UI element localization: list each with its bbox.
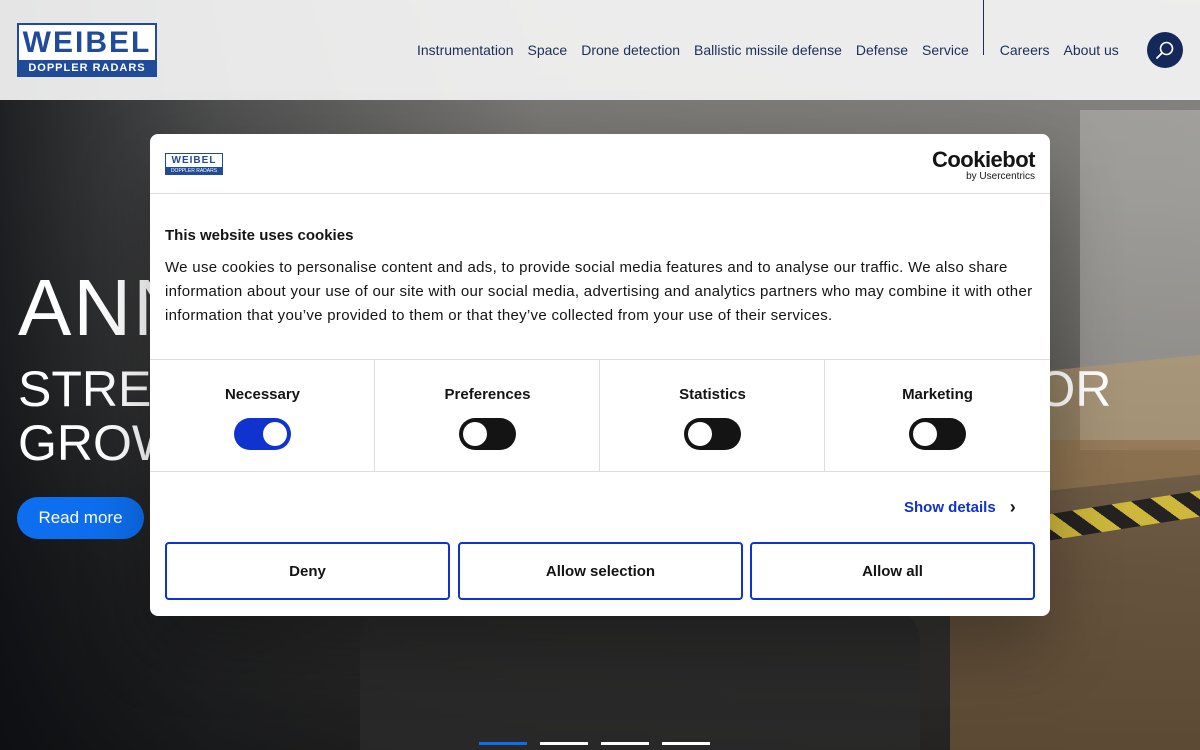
show-details-link[interactable]: Show details › xyxy=(904,497,1016,518)
dialog-logo-wordmark: WEIBEL xyxy=(166,154,222,167)
toggle-knob xyxy=(263,422,287,446)
category-label-statistics: Statistics xyxy=(679,386,746,403)
cookiebot-wordmark: Cookiebot xyxy=(931,147,1036,172)
toggle-knob xyxy=(463,422,487,446)
chevron-right-icon: › xyxy=(1009,497,1016,517)
show-details-label: Show details xyxy=(904,499,996,516)
category-label-necessary: Necessary xyxy=(224,386,301,403)
toggle-statistics[interactable] xyxy=(684,418,741,450)
toggle-knob xyxy=(913,422,937,446)
dialog-title: This website uses cookies xyxy=(165,227,354,244)
consent-categories: Necessary Preferences Statistics Marketi… xyxy=(150,359,1050,472)
cookiebot-logo[interactable]: Cookiebot by Usercentrics xyxy=(931,147,1036,182)
dialog-weibel-logo: WEIBEL DOPPLER RADARS xyxy=(165,153,223,175)
cookie-consent-dialog: WEIBEL DOPPLER RADARS Cookiebot by Userc… xyxy=(150,134,1050,616)
dialog-header: WEIBEL DOPPLER RADARS Cookiebot by Userc… xyxy=(150,134,1050,194)
category-necessary: Necessary xyxy=(150,360,375,472)
deny-button[interactable]: Deny xyxy=(165,542,450,600)
toggle-necessary[interactable] xyxy=(234,418,291,450)
toggle-marketing[interactable] xyxy=(909,418,966,450)
dialog-body-text: We use cookies to personalise content an… xyxy=(165,259,1033,324)
dialog-logo-tagline: DOPPLER RADARS xyxy=(170,168,218,174)
category-statistics: Statistics xyxy=(600,360,825,472)
cookiebot-byline: by Usercentrics xyxy=(966,171,1035,182)
category-marketing: Marketing xyxy=(825,360,1050,472)
allow-all-button[interactable]: Allow all xyxy=(750,542,1035,600)
toggle-preferences[interactable] xyxy=(459,418,516,450)
category-label-marketing: Marketing xyxy=(902,386,973,403)
allow-selection-button[interactable]: Allow selection xyxy=(458,542,743,600)
category-label-preferences: Preferences xyxy=(444,386,531,403)
category-preferences: Preferences xyxy=(375,360,600,472)
toggle-knob xyxy=(688,422,712,446)
